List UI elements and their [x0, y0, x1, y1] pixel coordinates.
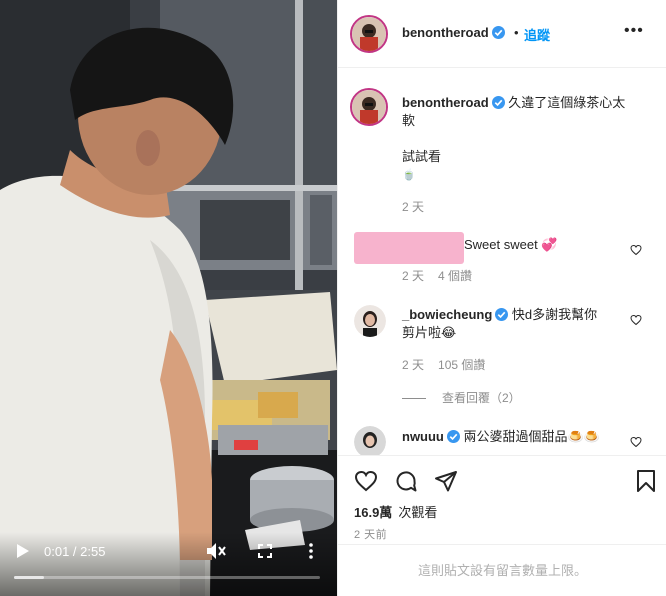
- avatar[interactable]: [350, 15, 388, 53]
- comment-1-likes[interactable]: 4 個讚: [438, 269, 472, 283]
- post-header: benontheroad • 追蹤 •••: [338, 0, 666, 68]
- comment-2-text-line2: 剪片啦😂: [402, 325, 457, 340]
- view-count[interactable]: 16.9萬 次觀看: [354, 502, 437, 521]
- view-replies-button[interactable]: 查看回覆（2）: [402, 389, 521, 406]
- video-frame: [0, 0, 337, 596]
- post-panel: benontheroad • 追蹤 ••• benontheroad 久違了這個…: [337, 0, 666, 596]
- comment-3: nwuuu 兩公婆甜過個甜品🍮🍮: [402, 428, 652, 446]
- caption-username[interactable]: benontheroad: [402, 95, 489, 110]
- comments-closed-notice: 這則貼文設有留言數量上限。: [338, 544, 666, 596]
- caption-emoji: 🍵: [402, 169, 416, 181]
- caption-text-line1: 久違了這個綠茶心太: [508, 95, 626, 110]
- follow-button[interactable]: 追蹤: [524, 25, 550, 44]
- comment-2: _bowiecheung 快d多謝我幫你 剪片啦😂: [402, 306, 652, 342]
- view-count-label: 次觀看: [398, 505, 438, 520]
- save-bookmark-icon[interactable]: [634, 469, 658, 493]
- comment-1-like-heart-icon[interactable]: [630, 244, 642, 256]
- video-time: 0:01 / 2:55: [44, 542, 105, 560]
- comment-2-likes[interactable]: 105 個讚: [438, 358, 485, 372]
- redacted-commenter: [354, 232, 464, 264]
- mute-button[interactable]: [204, 540, 228, 562]
- current-time: 0:01: [44, 543, 70, 559]
- avatar-image: [354, 426, 386, 458]
- header-username[interactable]: benontheroad: [402, 25, 505, 40]
- comment-3-username[interactable]: nwuuu: [402, 429, 444, 444]
- comment-1-text: Sweet sweet 💞: [464, 237, 558, 252]
- comment-1-time[interactable]: 2 天: [402, 269, 424, 283]
- time-separator: /: [69, 543, 81, 559]
- more-options-button[interactable]: [300, 540, 322, 562]
- caption: benontheroad 久違了這個綠茶心太 軟 試試看 🍵: [402, 94, 652, 184]
- comment-3-avatar[interactable]: [354, 426, 386, 458]
- verified-badge-icon: [491, 96, 505, 109]
- caption-time[interactable]: 2 天: [402, 198, 424, 215]
- replies-divider-line: [402, 398, 426, 400]
- comment-2-meta: 2 天 105 個讚: [402, 356, 499, 373]
- play-icon: [17, 544, 29, 558]
- comment-2-time[interactable]: 2 天: [402, 358, 424, 372]
- duration: 2:55: [80, 543, 106, 559]
- comment-2-like-heart-icon[interactable]: [630, 314, 642, 326]
- view-count-number: 16.9萬: [354, 505, 393, 520]
- progress-fill: [14, 576, 44, 579]
- fullscreen-button[interactable]: [254, 540, 276, 562]
- verified-badge-icon: [495, 308, 509, 321]
- avatar-image: [354, 305, 386, 337]
- avatar-image: [352, 17, 386, 51]
- like-heart-icon[interactable]: [354, 469, 378, 493]
- verified-badge-icon: [491, 26, 505, 39]
- caption-text-line3: 試試看: [402, 149, 442, 164]
- more-vertical-icon: [309, 543, 313, 559]
- comment-2-text-line1: 快d多謝我幫你: [511, 307, 598, 322]
- share-send-icon[interactable]: [434, 469, 458, 493]
- comment-3-text: 兩公婆甜過個甜品🍮🍮: [463, 429, 600, 444]
- header-username-text: benontheroad: [402, 25, 489, 40]
- post-time[interactable]: 2 天前: [354, 526, 387, 542]
- comment-3-like-heart-icon[interactable]: [630, 436, 642, 448]
- verified-badge-icon: [446, 430, 460, 443]
- progress-bar[interactable]: [14, 576, 320, 579]
- muted-speaker-icon: [207, 543, 226, 559]
- post-footer: 16.9萬 次觀看 2 天前 這則貼文設有留言數量上限。: [338, 455, 666, 596]
- comment-bubble-icon[interactable]: [394, 469, 418, 493]
- comment-2-avatar[interactable]: [354, 305, 386, 337]
- comment-2-username[interactable]: _bowiecheung: [402, 307, 492, 322]
- video-player[interactable]: 0:01 / 2:55: [0, 0, 337, 596]
- post-options-button[interactable]: •••: [624, 22, 644, 40]
- view-replies-label: 查看回覆（2）: [442, 391, 521, 405]
- caption-text-line2: 軟: [402, 113, 416, 128]
- play-button[interactable]: [12, 540, 34, 562]
- fullscreen-icon: [258, 544, 272, 558]
- caption-avatar[interactable]: [350, 88, 388, 126]
- avatar-image: [352, 90, 386, 124]
- header-separator: •: [514, 25, 519, 40]
- comment-1-meta: 2 天 4 個讚: [402, 267, 486, 284]
